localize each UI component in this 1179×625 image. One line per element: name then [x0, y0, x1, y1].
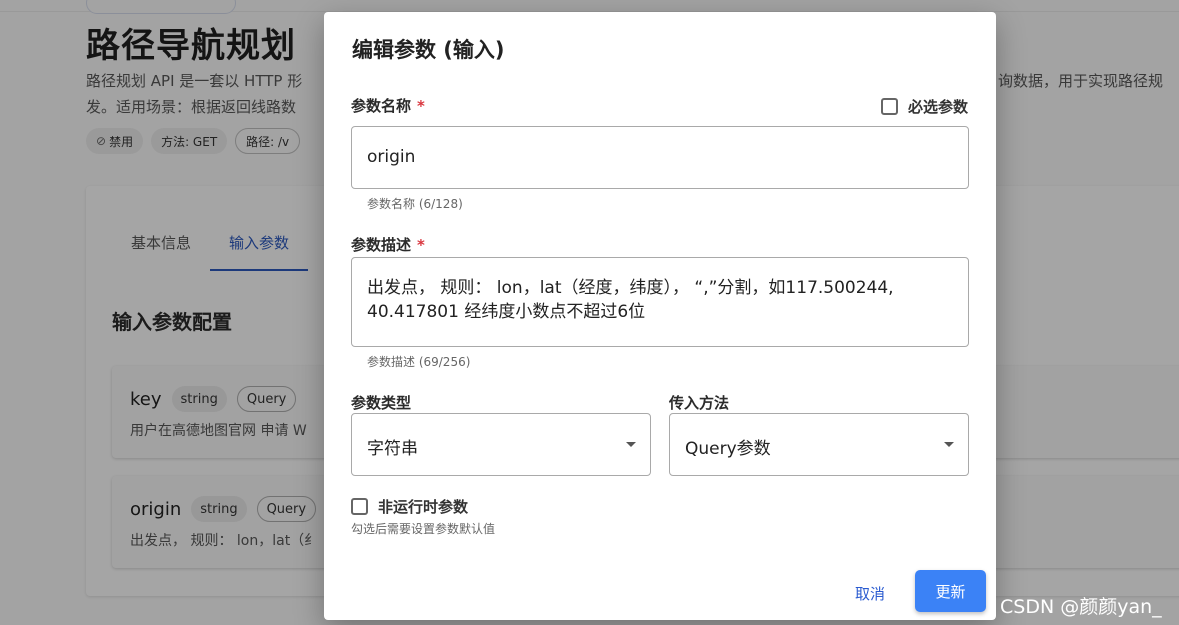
param-desc-hint: 参数描述 (69/256): [367, 355, 471, 369]
param-desc-textarea[interactable]: 出发点， 规则： lon，lat（经度，纬度）， “,”分割，如117.5002…: [351, 257, 969, 347]
non-runtime-checkbox-label: 非运行时参数: [378, 498, 469, 516]
edit-param-dialog: 编辑参数 (输入) 参数名称 * 必选参数 origin 参数名称 (6/128)…: [324, 12, 996, 620]
param-name-hint: 参数名称 (6/128): [367, 197, 463, 211]
cancel-button[interactable]: 取消: [844, 574, 896, 612]
required-checkbox-box[interactable]: [880, 98, 898, 115]
required-mark: *: [417, 236, 425, 254]
required-mark: *: [417, 97, 425, 115]
param-name-input[interactable]: origin: [351, 126, 969, 189]
param-type-select[interactable]: 字符串: [351, 413, 651, 476]
update-button[interactable]: 更新: [915, 570, 986, 612]
pass-method-select[interactable]: Query参数: [669, 413, 969, 476]
chevron-down-icon: [626, 442, 636, 447]
dialog-title: 编辑参数 (输入): [352, 38, 505, 62]
chevron-down-icon: [944, 442, 954, 447]
non-runtime-checkbox[interactable]: 非运行时参数: [351, 496, 468, 517]
param-type-label: 参数类型: [351, 394, 412, 412]
watermark: CSDN @颜颜yan_: [1000, 596, 1162, 618]
param-name-label: 参数名称 *: [351, 97, 425, 115]
non-runtime-checkbox-box[interactable]: [351, 498, 368, 515]
param-desc-label: 参数描述 *: [351, 236, 425, 254]
required-checkbox[interactable]: 必选参数: [880, 96, 968, 117]
pass-method-label: 传入方法: [669, 394, 730, 412]
non-runtime-hint: 勾选后需要设置参数默认值: [351, 522, 496, 536]
required-checkbox-label: 必选参数: [907, 98, 968, 116]
